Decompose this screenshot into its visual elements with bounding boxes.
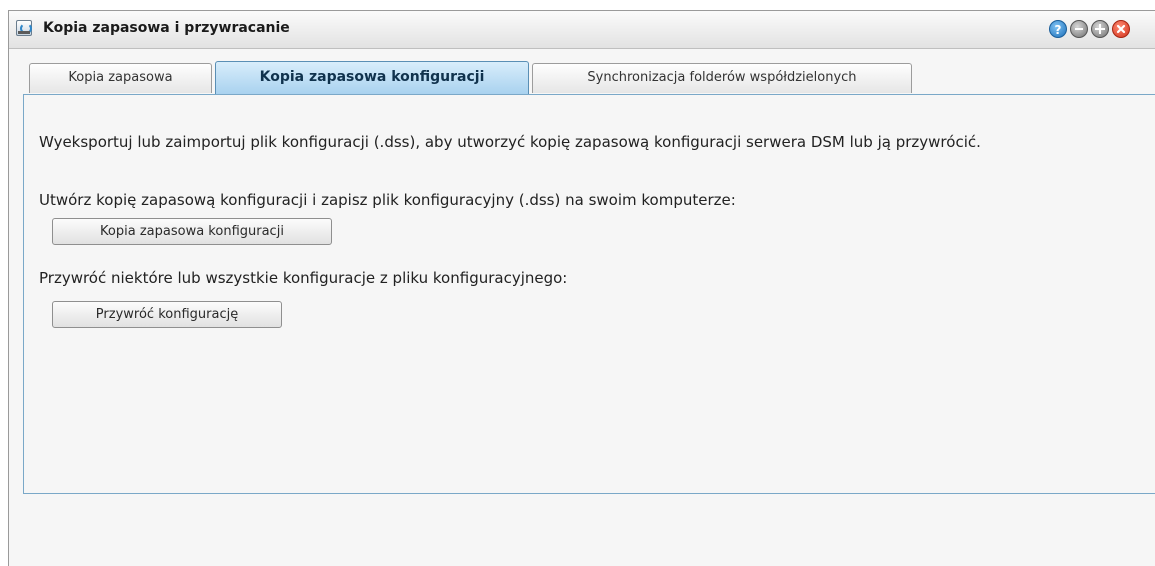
tab-config-backup[interactable]: Kopia zapasowa konfiguracji bbox=[215, 61, 529, 94]
title-bar[interactable]: Kopia zapasowa i przywracanie ? bbox=[9, 11, 1155, 49]
backup-prompt-text: Utwórz kopię zapasową konfiguracji i zap… bbox=[39, 191, 736, 209]
minimize-icon[interactable] bbox=[1070, 20, 1088, 38]
tab-content-panel: Wyeksportuj lub zaimportuj plik konfigur… bbox=[23, 94, 1155, 494]
backup-config-button[interactable]: Kopia zapasowa konfiguracji bbox=[52, 218, 332, 245]
tab-shared-folder-sync[interactable]: Synchronizacja folderów współdzielonych bbox=[532, 63, 912, 93]
help-icon[interactable]: ? bbox=[1049, 20, 1067, 38]
close-icon[interactable] bbox=[1112, 20, 1130, 38]
window-title: Kopia zapasowa i przywracanie bbox=[43, 20, 290, 36]
tab-bar: Kopia zapasowa Kopia zapasowa konfigurac… bbox=[9, 49, 1155, 95]
restore-prompt-text: Przywróć niektóre lub wszystkie konfigur… bbox=[39, 269, 568, 287]
backup-app-icon bbox=[16, 20, 32, 36]
description-text: Wyeksportuj lub zaimportuj plik konfigur… bbox=[39, 133, 981, 151]
maximize-icon[interactable] bbox=[1091, 20, 1109, 38]
app-window: Kopia zapasowa i przywracanie ? Kopia za… bbox=[8, 10, 1155, 566]
tab-backup[interactable]: Kopia zapasowa bbox=[29, 63, 212, 93]
restore-config-button[interactable]: Przywróć konfigurację bbox=[52, 301, 282, 328]
